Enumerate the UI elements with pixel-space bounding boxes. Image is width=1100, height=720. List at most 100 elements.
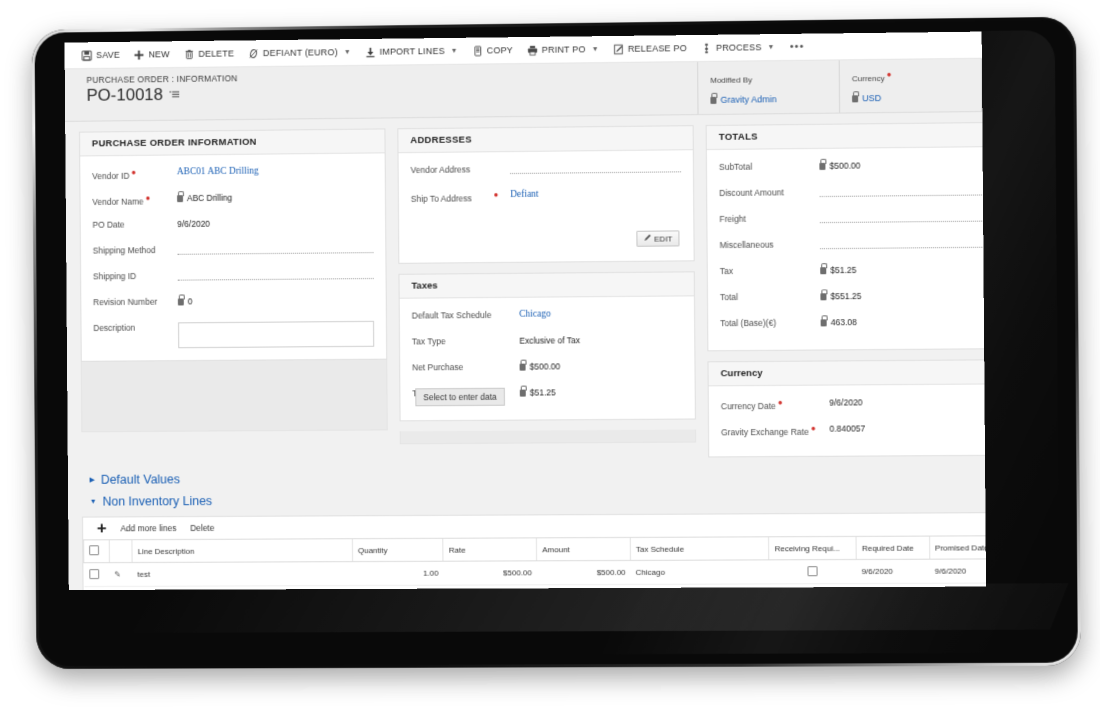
field-label: Total bbox=[719, 291, 739, 303]
column-line-description[interactable]: Line Description bbox=[132, 538, 353, 563]
toolbar-delete-button[interactable]: DELETE bbox=[177, 45, 242, 63]
copy-icon bbox=[472, 45, 483, 56]
non-inventory-lines-grid: + Add more lines Delete ↺ bbox=[82, 511, 987, 591]
column-promised-date[interactable]: Promised Date bbox=[929, 535, 987, 560]
field-vendor-id: Vendor ID ● ABC01 ABC Drilling bbox=[92, 161, 373, 190]
description-input[interactable] bbox=[178, 320, 375, 349]
column-quantity[interactable]: Quantity bbox=[352, 538, 444, 562]
field-value[interactable]: ABC01 ABC Drilling bbox=[177, 161, 373, 178]
column-amount[interactable]: Amount bbox=[536, 537, 631, 561]
cell-amount[interactable]: $500.00 bbox=[536, 560, 631, 585]
chevron-down-icon: ▼ bbox=[591, 45, 599, 53]
toolbar-currency-button[interactable]: DEFIANT (EURO) ▼ bbox=[241, 44, 358, 62]
toolbar-release-po-button[interactable]: RELEASE PO bbox=[606, 40, 694, 58]
field-value[interactable] bbox=[820, 234, 987, 250]
row-select-cell[interactable] bbox=[84, 586, 110, 591]
field-label: Revision Number bbox=[93, 296, 158, 308]
empty-value-dots bbox=[510, 170, 681, 175]
table-row[interactable]: ✎ test 1.00 $500.00 $500.00 Chicago 9/6/… bbox=[83, 558, 987, 587]
grid-scroll-area: Line Description Quantity Rate Amount Ta… bbox=[83, 535, 987, 591]
toolbar-process-button[interactable]: PROCESS ▼ bbox=[694, 39, 782, 57]
add-more-lines-button[interactable]: Add more lines bbox=[120, 523, 176, 533]
cell-quantity[interactable]: 1.00 bbox=[352, 561, 444, 586]
lock-icon bbox=[177, 194, 184, 202]
row-select-cell[interactable] bbox=[83, 562, 110, 587]
field-label: PO Date bbox=[92, 219, 125, 230]
field-value[interactable]: Chicago bbox=[519, 304, 682, 319]
card-title: TOTALS bbox=[706, 122, 987, 151]
column-select-all[interactable] bbox=[83, 539, 110, 563]
toolbar-copy-button[interactable]: COPY bbox=[465, 42, 520, 60]
header-field-value-text: Gravity Admin bbox=[720, 94, 777, 105]
toolbar-new-label: NEW bbox=[148, 49, 170, 60]
toolbar-currency-label: DEFIANT (EURO) bbox=[262, 47, 338, 59]
field-value[interactable]: 9/6/2020 bbox=[829, 392, 986, 407]
field-shipping-method: Shipping Method bbox=[93, 239, 374, 267]
cell-required-date[interactable]: 9/6/2020 bbox=[856, 559, 930, 584]
header-field-value[interactable]: Gravity Admin bbox=[710, 94, 839, 105]
form-content: PURCHASE ORDER INFORMATION Vendor ID ● AB… bbox=[65, 110, 987, 591]
field-label: Gravity Exchange Rate ● bbox=[721, 420, 830, 438]
field-label: Vendor ID ● bbox=[92, 163, 177, 181]
toolbar-print-po-button[interactable]: PRINT PO ▼ bbox=[520, 41, 606, 59]
field-value[interactable] bbox=[819, 207, 987, 224]
field-value-text: ABC Drilling bbox=[186, 192, 233, 204]
field-value[interactable] bbox=[177, 265, 374, 281]
lock-icon bbox=[819, 162, 826, 170]
toolbar-new-button[interactable]: NEW bbox=[127, 46, 177, 63]
currency-card: Currency Currency Date ● 9/6/2020 Gravity… bbox=[707, 359, 987, 458]
delete-lines-button[interactable]: Delete bbox=[190, 523, 214, 533]
field-label: Shipping Method bbox=[92, 245, 156, 256]
toolbar-delete-label: DELETE bbox=[198, 48, 235, 59]
field-value[interactable] bbox=[510, 158, 681, 175]
toolbar-overflow-button[interactable]: ••• bbox=[782, 38, 813, 56]
field-value: $500.00 bbox=[519, 357, 683, 372]
cell-rate[interactable]: $500.00 bbox=[443, 560, 538, 586]
field-vendor-name: Vendor Name ● ABC Drilling bbox=[92, 187, 373, 216]
edit-row-icon[interactable]: ✎ bbox=[114, 570, 121, 579]
header-field-label: Modified By bbox=[710, 75, 753, 85]
receiving-required-checkbox[interactable] bbox=[807, 565, 818, 576]
field-value[interactable]: 9/6/2020 bbox=[177, 213, 373, 229]
field-value[interactable]: 0.840057 bbox=[829, 419, 986, 433]
edit-address-button[interactable]: EDIT bbox=[636, 230, 680, 247]
field-value-text: $500.00 bbox=[529, 361, 561, 372]
section-default-values[interactable]: ▶ Default Values bbox=[90, 467, 986, 487]
column-required-date[interactable]: Required Date bbox=[856, 536, 930, 560]
cell-promised-date[interactable]: 9/6/2020 bbox=[929, 558, 987, 584]
cell-tax-schedule[interactable]: Chicago bbox=[630, 559, 770, 585]
row-checkbox[interactable] bbox=[88, 568, 99, 579]
field-value-text: $51.25 bbox=[529, 387, 556, 398]
process-icon bbox=[701, 42, 712, 53]
cell-line-description[interactable]: test bbox=[132, 561, 353, 587]
lock-icon bbox=[820, 266, 827, 274]
field-value[interactable] bbox=[819, 181, 987, 198]
field-default-tax-schedule: Default Tax Schedule Chicago bbox=[412, 304, 683, 332]
section-non-inventory-lines[interactable]: ▼ Non Inventory Lines bbox=[90, 489, 986, 508]
card-body: Vendor Address Ship To Address ● Defiant bbox=[399, 150, 694, 263]
import-icon bbox=[365, 46, 376, 57]
card: PURCHASE ORDER INFORMATION Vendor ID ● AB… bbox=[79, 128, 388, 362]
field-value: ABC Drilling bbox=[177, 187, 373, 203]
field-label: Discount Amount bbox=[719, 187, 784, 198]
toolbar-save-button[interactable]: SAVE bbox=[74, 46, 126, 63]
currency-icon bbox=[248, 48, 259, 59]
row-edit-cell[interactable]: ✎ bbox=[109, 562, 133, 587]
header-field-value[interactable]: USD bbox=[852, 92, 981, 103]
list-menu-icon[interactable] bbox=[168, 89, 180, 100]
toolbar-import-lines-button[interactable]: IMPORT LINES ▼ bbox=[358, 42, 465, 60]
required-marker: ● bbox=[886, 70, 892, 80]
chevron-down-icon: ▼ bbox=[450, 47, 458, 55]
column-receiving-required[interactable]: Receiving Requi... bbox=[768, 536, 857, 560]
field-value[interactable] bbox=[177, 239, 374, 255]
select-all-checkbox[interactable] bbox=[89, 545, 100, 556]
column-rate[interactable]: Rate bbox=[443, 537, 537, 562]
column-tax-schedule[interactable]: Tax Schedule bbox=[630, 536, 770, 561]
field-value[interactable]: Defiant bbox=[510, 184, 681, 200]
plus-icon[interactable]: + bbox=[97, 518, 107, 537]
cell-receiving-required[interactable] bbox=[769, 559, 857, 584]
card-title: PURCHASE ORDER INFORMATION bbox=[79, 129, 385, 157]
field-value: $500.00 bbox=[819, 155, 986, 171]
empty-value-dots bbox=[177, 277, 374, 281]
required-marker: ● bbox=[131, 167, 137, 177]
